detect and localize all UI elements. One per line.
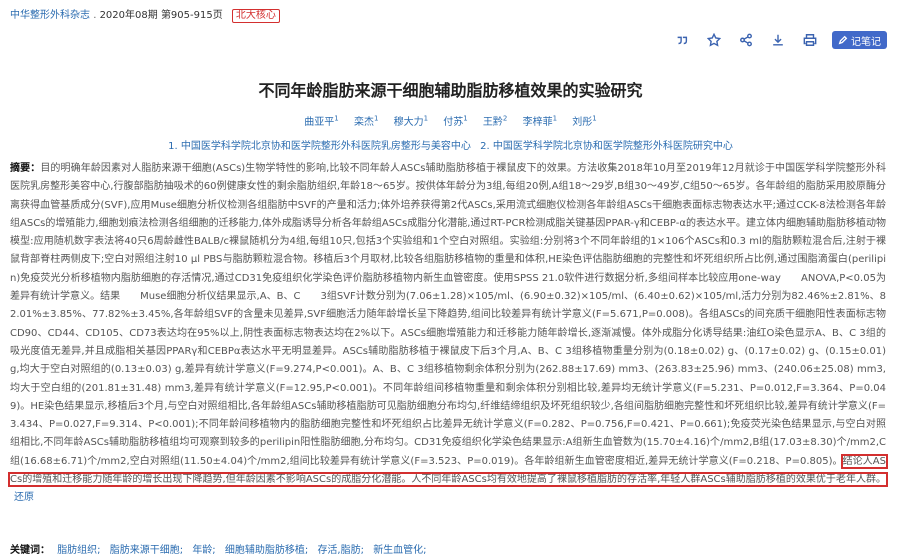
keyword-link[interactable]: 脂肪来源干细胞;	[110, 545, 183, 556]
issue-label[interactable]: 2020年08期	[100, 10, 158, 21]
keyword-link[interactable]: 存活,脂肪;	[317, 545, 364, 556]
abstract-body: 目的明确年龄因素对人脂肪来源干细胞(ASCs)生物学特性的影响,比较不同年龄人A…	[10, 163, 887, 467]
keyword-link[interactable]: 细胞辅助脂肪移植;	[225, 545, 308, 556]
affiliation-link[interactable]: 2. 中国医学科学院北京协和医学院整形外科医院研究中心	[480, 141, 733, 152]
top-bar: 中华整形外科杂志 . 2020年08期 第905-915页 北大核心 记笔记	[0, 0, 901, 50]
abstract-label: 摘要：	[10, 163, 41, 174]
take-note-label: 记笔记	[851, 36, 881, 48]
keyword-link[interactable]: 新生血管化;	[373, 545, 426, 556]
pages-label: 第905-915页	[160, 10, 223, 21]
affiliation-link[interactable]: 1. 中国医学科学院北京协和医学院整形外科医院乳房整形与美容中心	[168, 141, 471, 152]
take-note-button[interactable]: 记笔记	[832, 31, 887, 49]
author-list: 曲亚平1 栾杰1 穆大力1 付苏1 王黔2 李梓菲1 刘彤1	[0, 113, 901, 128]
download-icon[interactable]	[768, 30, 788, 50]
author-link[interactable]: 曲亚平1	[304, 115, 338, 128]
keywords-label: 关键词：	[10, 545, 50, 556]
author-link[interactable]: 王黔2	[483, 115, 507, 128]
author-link[interactable]: 穆大力1	[394, 115, 428, 128]
journal-name-link[interactable]: 中华整形外科杂志	[10, 10, 90, 21]
print-icon[interactable]	[800, 30, 820, 50]
journal-info: 中华整形外科杂志 . 2020年08期 第905-915页 北大核心	[10, 6, 280, 23]
author-link[interactable]: 栾杰1	[354, 115, 378, 128]
article-title: 不同年龄脂肪来源干细胞辅助脂肪移植效果的实验研究	[258, 81, 643, 100]
abstract: 摘要：目的明确年龄因素对人脂肪来源干细胞(ASCs)生物学特性的影响,比较不同年…	[8, 160, 888, 508]
quote-icon[interactable]	[672, 30, 692, 50]
author-link[interactable]: 李梓菲1	[523, 115, 557, 128]
pencil-icon	[838, 35, 848, 45]
keyword-link[interactable]: 脂肪组织;	[57, 545, 100, 556]
star-icon[interactable]	[704, 30, 724, 50]
restore-link[interactable]: 还原	[14, 492, 34, 503]
author-link[interactable]: 刘彤1	[572, 115, 596, 128]
toolbar: 记笔记	[672, 30, 887, 50]
keyword-link[interactable]: 年龄;	[192, 545, 215, 556]
share-icon[interactable]	[736, 30, 756, 50]
author-link[interactable]: 付苏1	[443, 115, 467, 128]
core-journal-badge: 北大核心	[231, 9, 280, 23]
separator: .	[93, 10, 97, 21]
affiliations: 1. 中国医学科学院北京协和医学院整形外科医院乳房整形与美容中心 2. 中国医学…	[0, 137, 901, 152]
keywords: 关键词： 脂肪组织; 脂肪来源干细胞; 年龄; 细胞辅助脂肪移植; 存活,脂肪;…	[10, 541, 433, 556]
